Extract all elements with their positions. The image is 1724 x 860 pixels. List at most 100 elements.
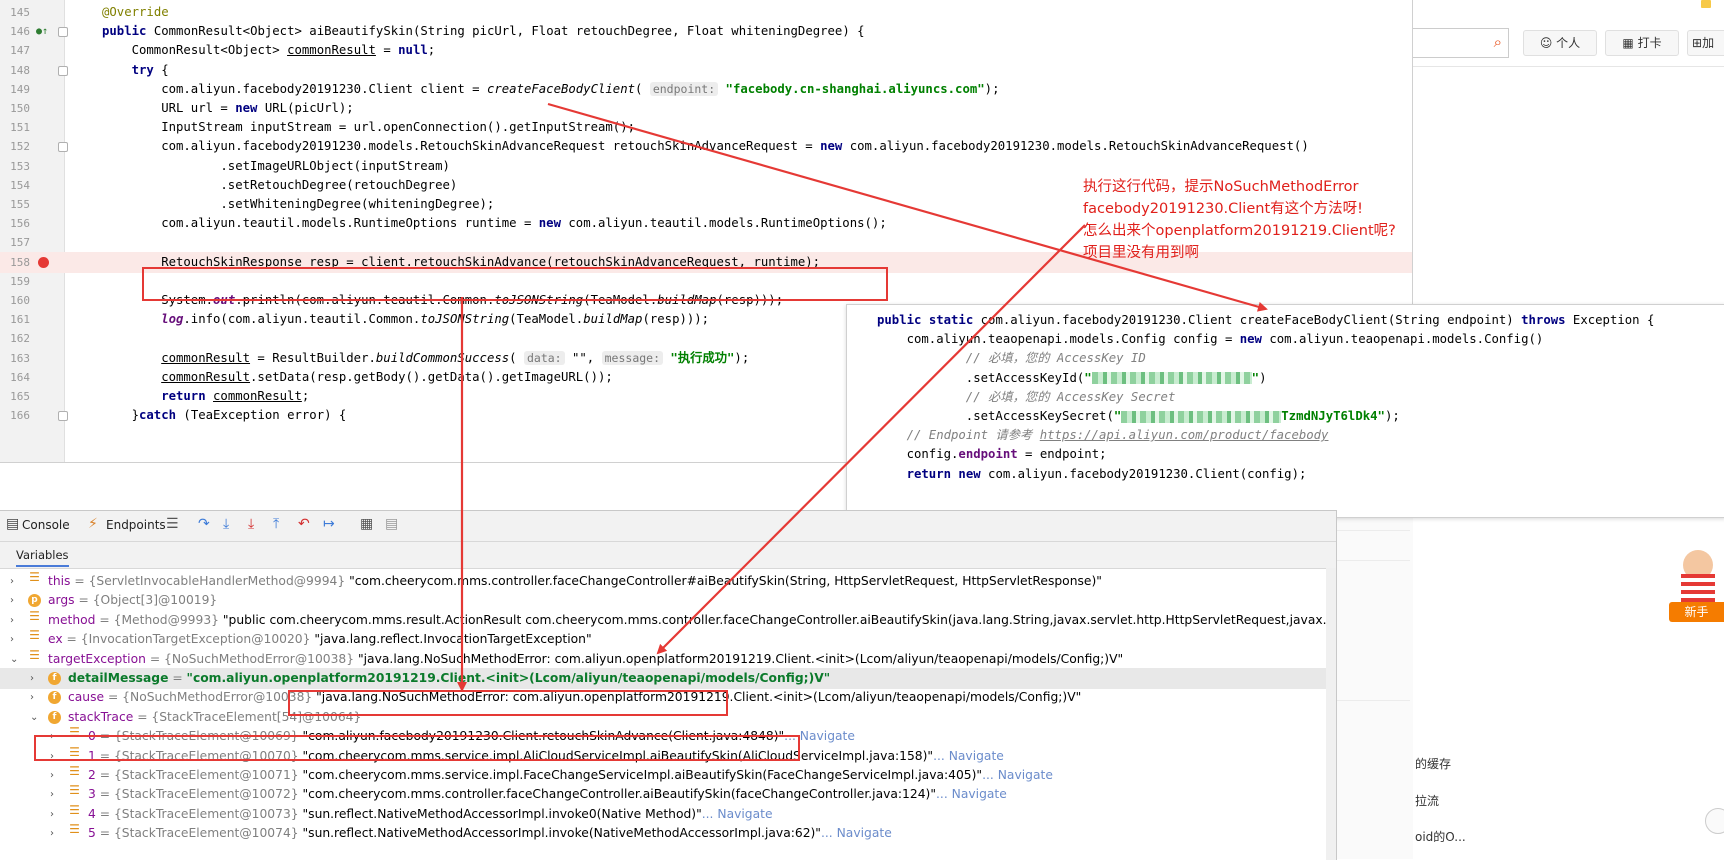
checkin-button[interactable]: ▦ 打卡 <box>1605 30 1679 56</box>
variable-row[interactable]: › ☰ 0 = {StackTraceElement@10069} "com.ali… <box>0 726 1336 747</box>
expand-toggle-icon[interactable]: ⌄ <box>30 707 38 728</box>
expand-toggle-icon[interactable]: › <box>50 804 54 825</box>
expand-toggle-icon[interactable]: › <box>10 590 14 611</box>
search-icon[interactable]: ⌕ <box>1494 33 1502 51</box>
step-over-icon[interactable]: ↷ <box>198 516 210 532</box>
expand-toggle-icon[interactable]: ⌄ <box>10 649 18 670</box>
user-icon: ☺ <box>1539 36 1557 50</box>
code-token: data: <box>523 350 565 365</box>
variable-name: targetException <box>48 651 146 666</box>
tab-variables[interactable]: Variables <box>16 548 69 567</box>
step-into-icon[interactable]: ⤓ <box>223 516 229 532</box>
code-text: System.out.println(com.aliyun.teautil.Co… <box>161 290 783 311</box>
navigate-link[interactable]: ... Navigate <box>821 826 892 840</box>
variable-row[interactable]: › ☰ ex = {InvocationTargetException@10020}… <box>0 629 1336 650</box>
variable-type: = {NoSuchMethodError@10038} <box>145 651 358 666</box>
note-line: 怎么出来个openplatform20191219.Client呢? <box>1083 223 1396 239</box>
expand-toggle-icon[interactable]: › <box>30 668 34 689</box>
menu-icon[interactable]: ☰ <box>166 516 179 532</box>
code-line[interactable]: 146 public CommonResult<Object> aiBeautif… <box>0 21 1412 42</box>
variable-row[interactable]: ⌄ ☰ targetException = {NoSuchMethodError@1… <box>0 648 1336 670</box>
code-line[interactable]: 153 .setImageURLObject(inputStream) <box>0 156 1412 177</box>
expand-toggle-icon[interactable]: › <box>10 610 14 631</box>
variable-row[interactable]: › ☰ 3 = {StackTraceElement@10072} "com.che… <box>0 784 1336 805</box>
code-line[interactable]: 159 <box>0 271 1412 292</box>
override-icon[interactable]: ●↑ <box>36 21 48 42</box>
fold-icon[interactable] <box>58 27 68 38</box>
variable-row[interactable]: › ☰ method = {Method@9993} "public com.che… <box>0 609 1336 631</box>
variable-row[interactable]: › f detailMessage = "com.aliyun.openplatfo… <box>0 668 1336 689</box>
fold-icon[interactable] <box>58 411 68 422</box>
code-line[interactable]: 150 URL url = new URL(picUrl); <box>0 98 1412 119</box>
tab-endpoints[interactable]: Endpoints <box>106 518 166 532</box>
code-line[interactable]: 152 com.aliyun.facebody20191230.models.Re… <box>0 136 1412 157</box>
redacted-value <box>1091 372 1252 385</box>
step-out-icon[interactable]: ⤒ <box>273 516 279 532</box>
fold-icon[interactable] <box>58 65 68 76</box>
personal-button[interactable]: ☺ 个人 <box>1523 30 1597 56</box>
fold-icon[interactable] <box>58 142 68 153</box>
force-step-into-icon[interactable]: ⤓ <box>248 516 254 532</box>
variable-text: stackTrace = {StackTraceElement[54]@1006… <box>68 707 361 728</box>
code-token: (TeaModel. <box>509 312 584 327</box>
code-token: config. <box>906 447 959 462</box>
code-line[interactable]: 147 CommonResult<Object> commonResult = n… <box>0 40 1412 61</box>
variable-name: args <box>48 593 75 608</box>
line-number: 148 <box>10 63 30 77</box>
console-icon: ▤ <box>6 516 20 532</box>
code-token: com.aliyun.facebody20191230.Client clien… <box>161 81 487 96</box>
layout-icon[interactable]: ▤ <box>385 516 398 532</box>
code-line[interactable]: 149 com.aliyun.facebody20191230.Client cl… <box>0 79 1412 100</box>
code-text: URL url = new URL(picUrl); <box>161 98 354 119</box>
run-to-cursor-icon[interactable]: ↦ <box>323 516 335 532</box>
navigate-link[interactable]: ... Navigate <box>933 749 1004 763</box>
breakpoint-icon[interactable] <box>38 256 49 268</box>
expand-toggle-icon[interactable]: › <box>30 687 34 708</box>
expand-toggle-icon[interactable]: › <box>50 765 54 786</box>
expand-toggle-icon[interactable]: › <box>10 571 14 592</box>
code-line[interactable]: 148 try { <box>0 60 1412 81</box>
variable-row[interactable]: › ☰ 5 = {StackTraceElement@10074} "sun.ref… <box>0 823 1336 844</box>
code-token: ( <box>635 81 650 96</box>
expand-toggle-icon[interactable]: › <box>50 726 54 747</box>
variable-row[interactable]: › ☰ 1 = {StackTraceElement@10070} "com.che… <box>0 745 1336 767</box>
variable-row[interactable]: › p args = {Object[3]@10019} <box>0 590 1336 611</box>
code-token: throws <box>1521 313 1566 327</box>
code-token: message: <box>601 350 664 365</box>
variable-name: 3 <box>88 787 96 802</box>
code-text: com.aliyun.facebody20191230.models.Retou… <box>161 136 1309 157</box>
evaluate-icon[interactable]: ▦ <box>360 516 373 532</box>
newbie-button[interactable]: 新手 <box>1669 602 1724 622</box>
expand-toggle-icon[interactable]: › <box>50 784 54 805</box>
help-icon[interactable] <box>1705 808 1724 834</box>
variable-name: 1 <box>88 748 96 763</box>
navigate-link[interactable]: ... Navigate <box>936 787 1007 801</box>
navigate-link[interactable]: ... Navigate <box>784 729 855 743</box>
code-token: toJSONString <box>420 312 510 327</box>
tab-console[interactable]: Console <box>22 518 70 532</box>
field-list-icon: ☰ <box>69 802 80 817</box>
vertical-scrollbar[interactable] <box>1326 568 1336 860</box>
variable-row[interactable]: › f cause = {NoSuchMethodError@10038} "jav… <box>0 687 1336 708</box>
code-line[interactable]: 151 InputStream inputStream = url.openCon… <box>0 117 1412 138</box>
expand-toggle-icon[interactable]: › <box>50 746 54 767</box>
navigate-link[interactable]: ... Navigate <box>982 768 1053 782</box>
code-line[interactable]: 145 @Override <box>0 2 1412 23</box>
variable-row[interactable]: › ☰ 4 = {StackTraceElement@10073} "sun.ref… <box>0 802 1336 825</box>
navigate-link[interactable]: ... Navigate <box>702 807 773 821</box>
promo-widget[interactable]: 新手 <box>1665 540 1724 624</box>
drop-frame-icon[interactable]: ↶ <box>298 516 310 532</box>
variable-name: detailMessage <box>68 671 169 685</box>
add-button[interactable]: ⊞加 <box>1687 30 1724 56</box>
variable-row[interactable]: › ☰ 2 = {StackTraceElement@10071} "com.che… <box>0 765 1336 786</box>
popup-code-line: // 必填，您的 AccessKey ID <box>966 348 1146 369</box>
variable-type: = {InvocationTargetException@10020} <box>62 632 315 647</box>
variable-row[interactable]: ⌄ f stackTrace = {StackTraceElement[54]@10… <box>0 707 1336 728</box>
search-input[interactable]: ⌕ <box>1413 28 1509 58</box>
expand-toggle-icon[interactable]: › <box>50 823 54 844</box>
debugger-toolbar: ▤ Console ⚡ Endpoints ☰ ↷ ⤓ ⤓ ⤒ ↶ ↦ ▦ ▤ <box>0 511 1336 542</box>
variable-text: ex = {InvocationTargetException@10020} "… <box>48 629 592 650</box>
variable-row[interactable]: › ☰ this = {ServletInvocableHandlerMethod@… <box>0 571 1336 592</box>
expand-toggle-icon[interactable]: › <box>10 629 14 650</box>
line-number: 157 <box>10 236 30 250</box>
